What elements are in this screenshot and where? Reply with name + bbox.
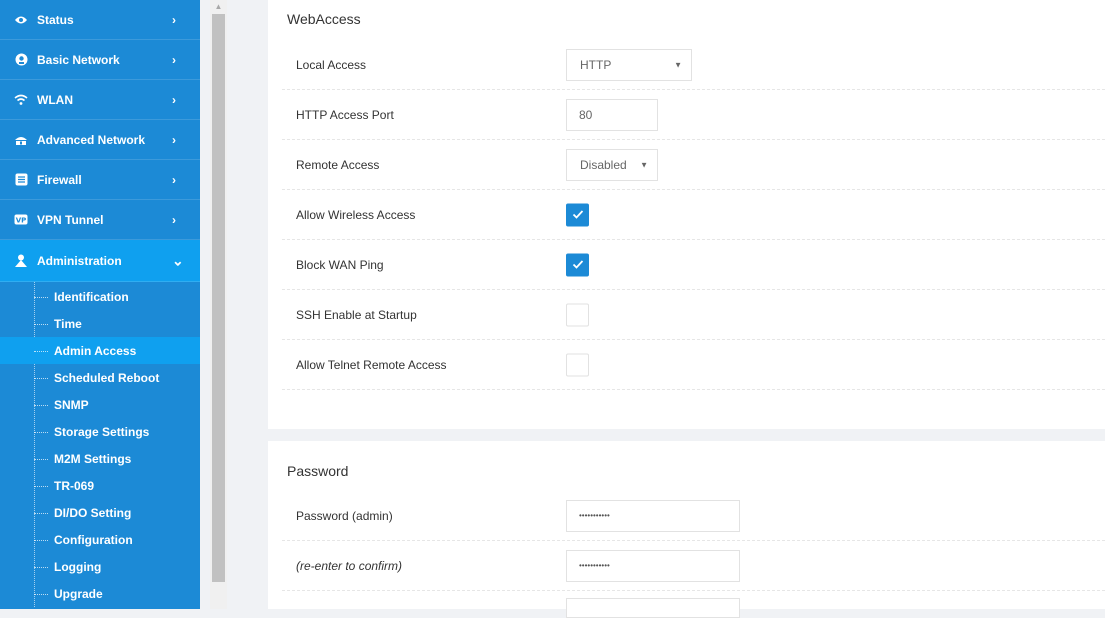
submenu-time[interactable]: Time (0, 310, 200, 337)
local-access-value: HTTP (580, 57, 612, 72)
submenu-dido-setting[interactable]: DI/DO Setting (0, 499, 200, 526)
submenu-label: Admin Access (54, 343, 137, 358)
remote-access-select[interactable]: Disabled ▼ (566, 148, 658, 181)
submenu-label: Storage Settings (54, 424, 150, 439)
submenu-scheduled-reboot[interactable]: Scheduled Reboot (0, 364, 200, 391)
nav-wlan[interactable]: WLAN › (0, 80, 200, 120)
local-access-select[interactable]: HTTP ▼ (566, 48, 692, 81)
admin-icon (14, 254, 28, 268)
password-admin-label: Password (admin) (296, 508, 393, 523)
chevron-right-icon: › (172, 172, 176, 187)
http-port-input[interactable]: 80 (566, 98, 658, 131)
telnet-remote-label: Allow Telnet Remote Access (296, 357, 447, 372)
submenu-label: Configuration (54, 532, 133, 547)
dropdown-caret-icon: ▼ (640, 160, 648, 169)
nav-label: Administration (37, 253, 122, 268)
submenu-admin-access[interactable]: Admin Access (0, 337, 200, 364)
ssh-startup-checkbox[interactable] (566, 303, 589, 326)
allow-wireless-label: Allow Wireless Access (296, 207, 416, 222)
remote-access-label: Remote Access (296, 157, 380, 172)
block-wan-ping-checkbox[interactable] (566, 253, 589, 276)
password-confirm-input[interactable]: ••••••••••• (566, 549, 740, 582)
eye-icon (14, 13, 28, 27)
wifi-icon (14, 93, 28, 107)
remote-access-value: Disabled (580, 157, 627, 172)
row-allow-wireless: Allow Wireless Access (282, 190, 1105, 240)
submenu-logging[interactable]: Logging (0, 553, 200, 580)
submenu-upgrade[interactable]: Upgrade (0, 580, 200, 607)
nav-firewall[interactable]: Firewall › (0, 160, 200, 200)
webaccess-title: WebAccess (287, 11, 361, 27)
nav-label: Basic Network (37, 52, 120, 67)
row-local-access: Local Access HTTP ▼ (282, 40, 1105, 90)
submenu-storage-settings[interactable]: Storage Settings (0, 418, 200, 445)
allow-wireless-checkbox[interactable] (566, 203, 589, 226)
http-port-label: HTTP Access Port (296, 107, 394, 122)
vpn-icon: VP (14, 213, 28, 227)
row-password-confirm: (re-enter to confirm) ••••••••••• (282, 541, 1105, 591)
nav-vpn-tunnel[interactable]: VP VPN Tunnel › (0, 200, 200, 240)
submenu-label: Scheduled Reboot (54, 370, 160, 385)
submenu-label: Identification (54, 289, 129, 304)
submenu-label: Upgrade (54, 586, 103, 601)
chevron-right-icon: › (172, 12, 176, 27)
nav-label: Advanced Network (37, 132, 146, 147)
dropdown-caret-icon: ▼ (674, 60, 682, 69)
submenu-configuration[interactable]: Configuration (0, 526, 200, 553)
network-icon (14, 133, 28, 147)
row-password-admin: Password (admin) ••••••••••• (282, 491, 1105, 541)
submenu-label: Logging (54, 559, 102, 574)
nav-administration[interactable]: Administration ⌄ (0, 240, 200, 282)
administration-submenu: Identification Time Admin Access Schedul… (0, 282, 200, 607)
row-http-port: HTTP Access Port 80 (282, 90, 1105, 140)
password-panel: Password Password (admin) ••••••••••• (r… (268, 441, 1105, 618)
nav-status[interactable]: Status › (0, 0, 200, 40)
submenu-label: SNMP (54, 397, 89, 412)
submenu-label: M2M Settings (54, 451, 132, 466)
chevron-down-icon: ⌄ (172, 252, 184, 268)
nav-label: WLAN (37, 92, 73, 107)
password-confirm-label: (re-enter to confirm) (296, 558, 403, 573)
row-telnet-remote: Allow Telnet Remote Access (282, 340, 1105, 390)
password-title: Password (287, 463, 349, 479)
firewall-icon (14, 173, 28, 187)
chevron-right-icon: › (172, 212, 176, 227)
submenu-identification[interactable]: Identification (0, 283, 200, 310)
globe-icon (14, 53, 28, 67)
webaccess-panel: WebAccess Local Access HTTP ▼ HTTP Acces… (268, 0, 1105, 429)
http-port-value: 80 (579, 107, 593, 122)
svg-text:VP: VP (16, 217, 27, 225)
scroll-thumb[interactable] (212, 14, 225, 582)
nav-label: Firewall (37, 172, 82, 187)
telnet-remote-checkbox[interactable] (566, 353, 589, 376)
submenu-label: TR-069 (54, 478, 95, 493)
vertical-scrollbar[interactable]: ▲ (210, 0, 227, 609)
row-remote-access: Remote Access Disabled ▼ (282, 140, 1105, 190)
row-ssh-startup: SSH Enable at Startup (282, 290, 1105, 340)
password-confirm-value: ••••••••••• (579, 561, 610, 570)
submenu-label: DI/DO Setting (54, 505, 132, 520)
checkmark-icon (572, 210, 583, 219)
nav-basic-network[interactable]: Basic Network › (0, 40, 200, 80)
next-input-partial[interactable] (566, 598, 740, 618)
nav-label: Status (37, 12, 74, 27)
row-block-wan-ping: Block WAN Ping (282, 240, 1105, 290)
sidebar: Status › Basic Network › WLAN › Advanced… (0, 0, 200, 609)
ssh-startup-label: SSH Enable at Startup (296, 307, 417, 322)
scroll-up-arrow-icon[interactable]: ▲ (210, 0, 227, 14)
submenu-label: Time (54, 316, 82, 331)
chevron-right-icon: › (172, 52, 176, 67)
local-access-label: Local Access (296, 57, 367, 72)
submenu-tr-069[interactable]: TR-069 (0, 472, 200, 499)
nav-advanced-network[interactable]: Advanced Network › (0, 120, 200, 160)
password-admin-value: ••••••••••• (579, 511, 610, 520)
nav-label: VPN Tunnel (37, 212, 104, 227)
submenu-snmp[interactable]: SNMP (0, 391, 200, 418)
block-wan-ping-label: Block WAN Ping (296, 257, 384, 272)
submenu-m2m-settings[interactable]: M2M Settings (0, 445, 200, 472)
password-admin-input[interactable]: ••••••••••• (566, 499, 740, 532)
checkmark-icon (572, 260, 583, 269)
chevron-right-icon: › (172, 132, 176, 147)
chevron-right-icon: › (172, 92, 176, 107)
